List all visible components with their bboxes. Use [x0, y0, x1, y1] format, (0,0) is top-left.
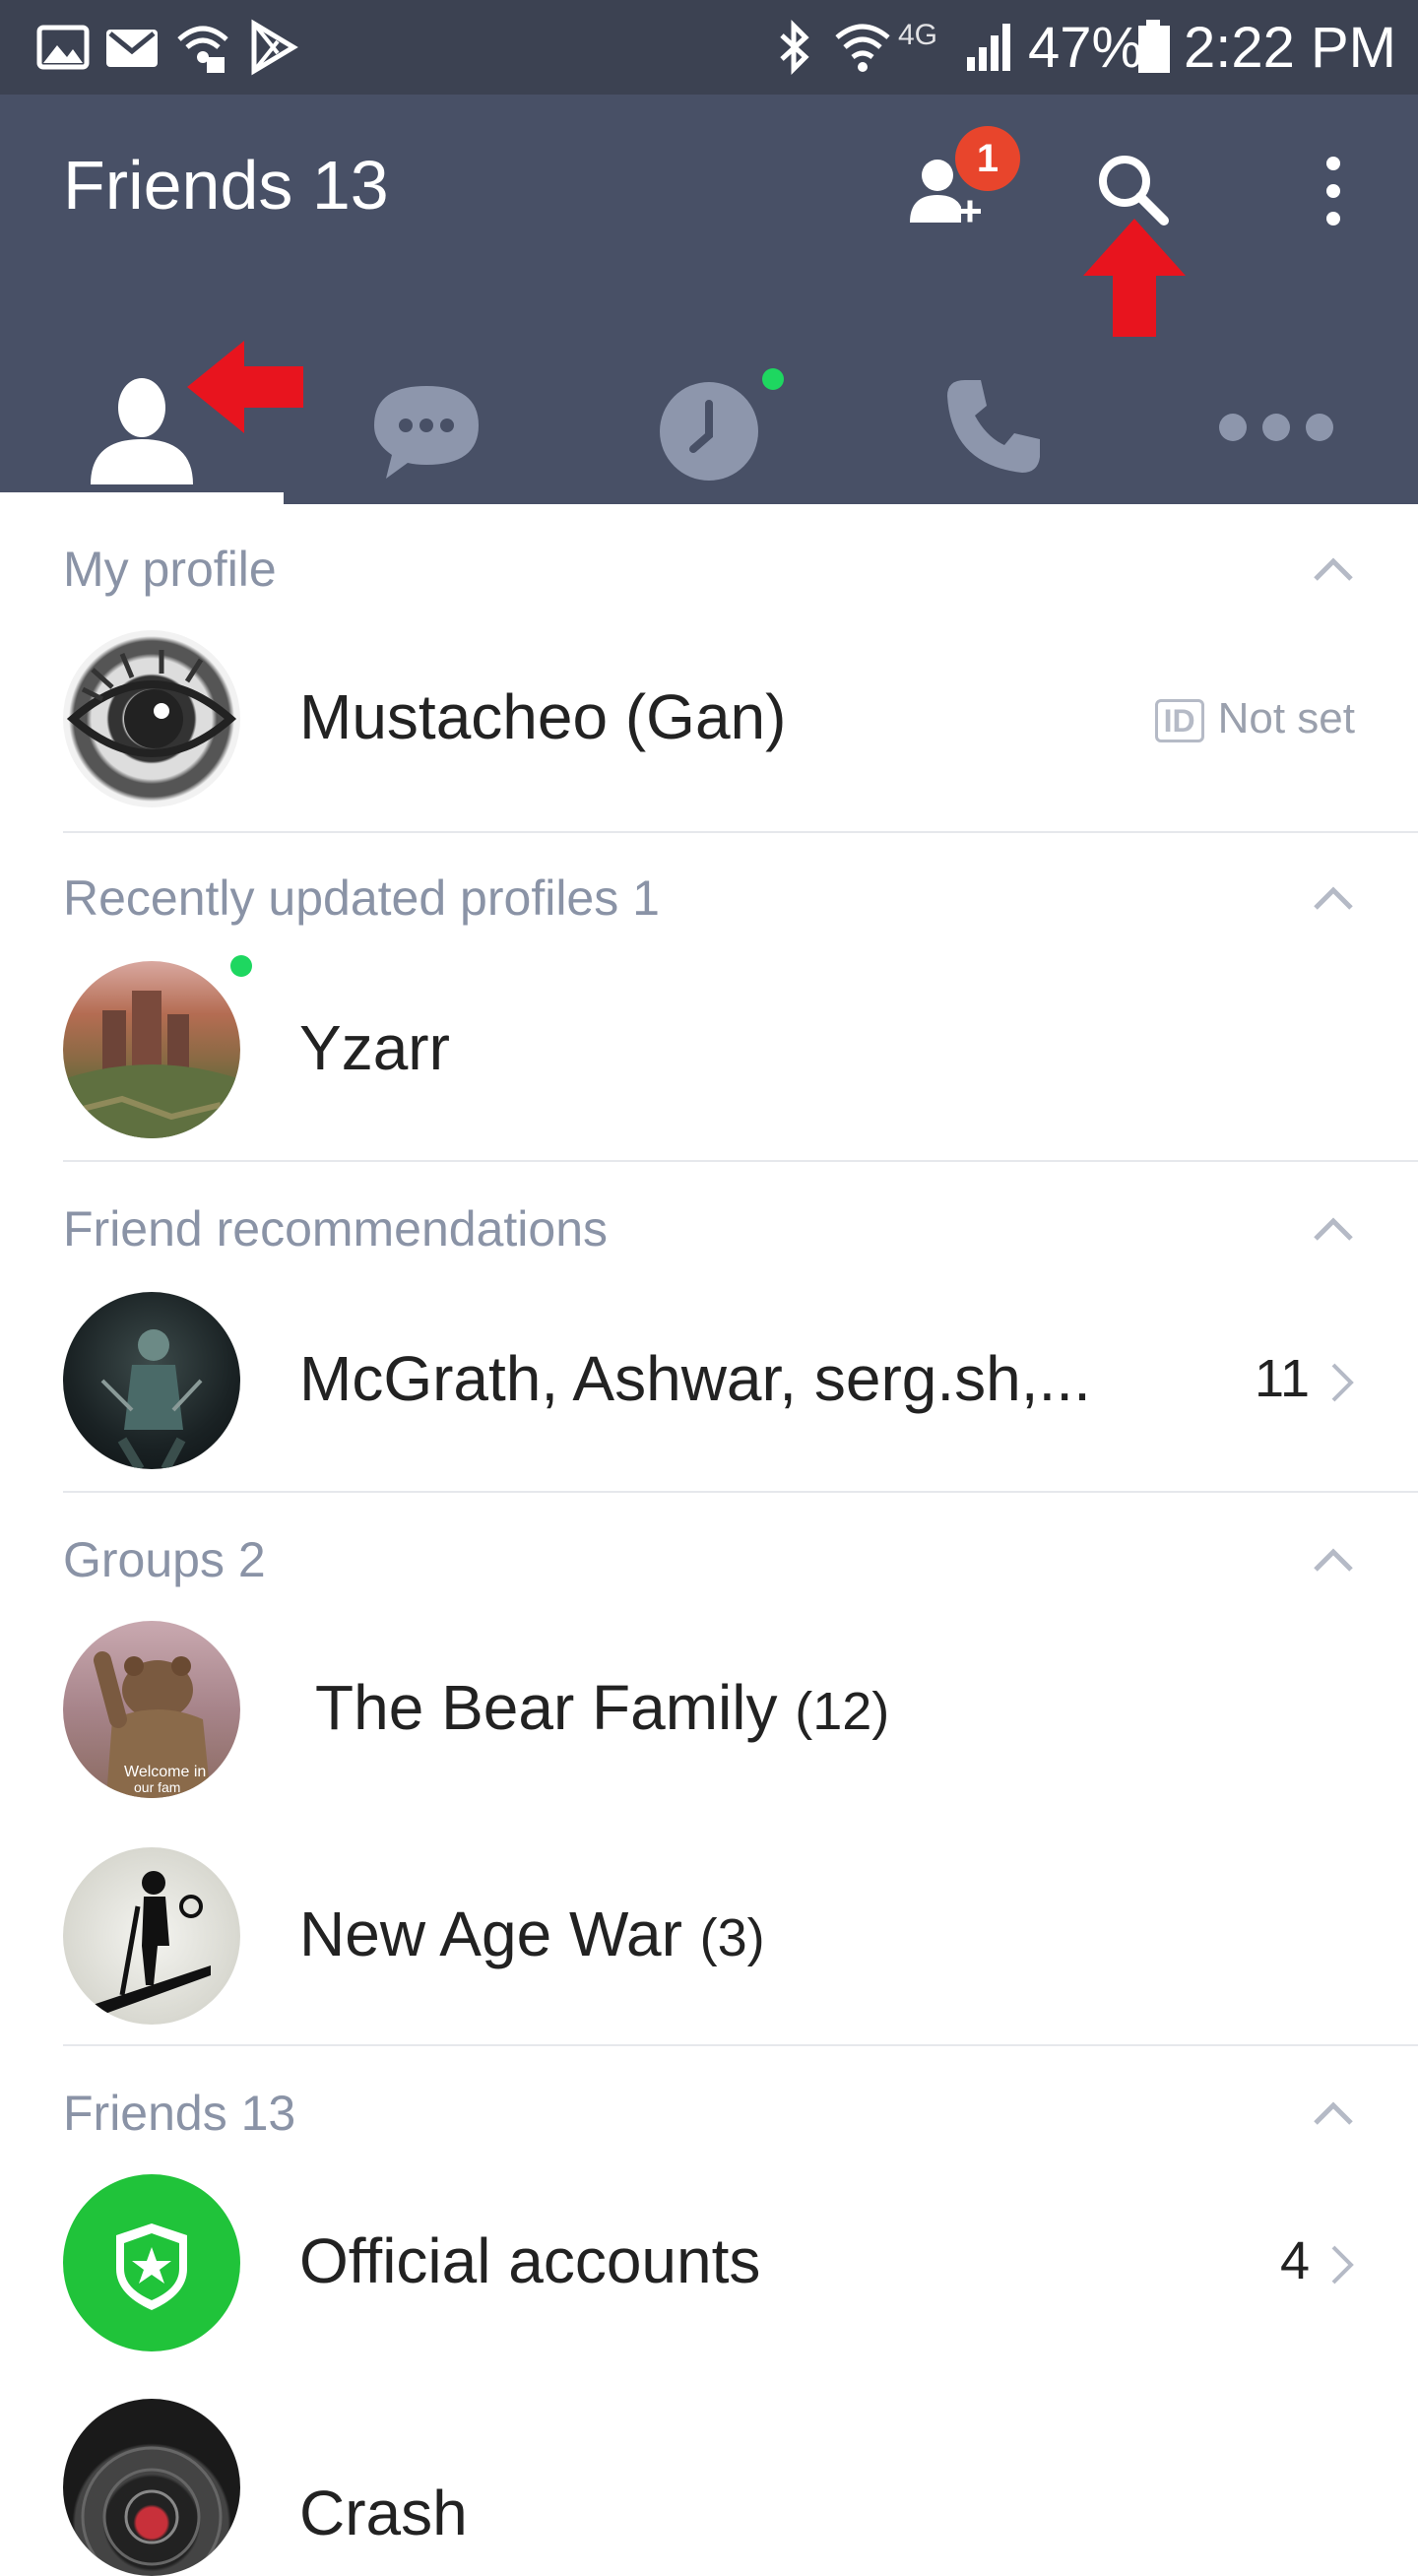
group-title: New Age War — [299, 1899, 682, 1969]
count-value: 11 — [1254, 1349, 1310, 1408]
warrior-silhouette-icon — [93, 1871, 211, 2015]
recent-profile-row[interactable]: Yzarr — [0, 951, 1418, 1148]
bear-artwork-icon: Welcome in our fam — [94, 1651, 211, 1798]
status-bar: 4G 47% 2:22 PM — [0, 0, 1418, 95]
avatar — [63, 630, 240, 807]
section-title: Groups 2 — [63, 1532, 266, 1587]
new-content-dot — [762, 368, 784, 390]
friend-name: Official accounts — [299, 2225, 761, 2296]
gallery-icon — [36, 25, 90, 70]
target-artwork-icon — [81, 2446, 223, 2576]
notification-badge: 1 — [955, 126, 1020, 191]
group-name: New Age War (3) — [299, 1895, 765, 1977]
divider — [63, 1491, 1418, 1493]
section-title: Recently updated profiles 1 — [63, 870, 660, 926]
chevron-up-icon[interactable] — [1312, 2093, 1355, 2133]
recommendations-names: McGrath, Ashwar, serg.sh,... — [299, 1343, 1091, 1414]
divider — [63, 831, 1418, 833]
section-title: Friends 13 — [63, 2086, 296, 2141]
id-status-text: Not set — [1217, 694, 1355, 742]
castle-artwork-icon — [63, 991, 240, 1138]
tab-chats[interactable] — [284, 331, 567, 504]
chevron-right-icon — [1331, 1363, 1354, 1402]
chat-bubble-icon — [374, 386, 479, 479]
section-groups[interactable]: Groups 2 — [63, 1520, 1355, 1599]
friend-row[interactable]: Official accounts 4 — [0, 2164, 1418, 2361]
section-recently-updated[interactable]: Recently updated profiles 1 — [63, 859, 1355, 937]
member-count: (12) — [795, 1682, 890, 1741]
id-status[interactable]: ID Not set — [1154, 689, 1355, 748]
clock-icon — [660, 382, 758, 481]
page-title: Friends 13 — [63, 147, 389, 224]
phone-icon — [947, 380, 1040, 473]
selected-tab-indicator — [0, 492, 284, 504]
avatar-caption: Welcome in — [124, 1764, 206, 1780]
play-store-icon — [251, 19, 298, 76]
tab-timeline[interactable] — [567, 331, 851, 504]
chevron-up-icon[interactable] — [1312, 1540, 1355, 1579]
avatar — [63, 2174, 240, 2351]
profile-name: Yzarr — [299, 1012, 450, 1083]
avatar — [63, 1292, 240, 1469]
profile-name: Mustacheo (Gan) — [299, 681, 787, 752]
avatar — [63, 961, 240, 1138]
recommendations-row[interactable]: McGrath, Ashwar, serg.sh,... 11 — [0, 1282, 1418, 1479]
shield-star-icon — [116, 2223, 187, 2310]
friend-row[interactable]: Crash — [0, 2389, 1418, 2576]
clock-time: 2:22 PM — [1184, 16, 1396, 80]
tab-calls[interactable] — [851, 331, 1134, 504]
app-header: Friends 13 1 — [0, 95, 1418, 504]
section-title: Friend recommendations — [63, 1201, 609, 1256]
person-icon — [91, 378, 193, 484]
annotation-arrow-up-icon — [1083, 219, 1186, 337]
divider — [63, 2044, 1418, 2046]
chevron-up-icon[interactable] — [1312, 1209, 1355, 1249]
more-horiz-icon — [1219, 414, 1333, 441]
avatar — [63, 1847, 240, 2025]
avatar-caption: our fam — [134, 1779, 180, 1795]
friend-name: Crash — [299, 2478, 468, 2548]
my-profile-row[interactable]: Mustacheo (Gan) ID Not set — [0, 620, 1418, 817]
battery-percent: 47% — [1028, 16, 1143, 80]
online-status-dot — [230, 955, 252, 977]
avatar — [63, 2399, 240, 2576]
wifi-icon — [835, 24, 890, 72]
group-name: The Bear Family (12) — [315, 1668, 889, 1751]
tab-more[interactable] — [1134, 331, 1418, 504]
chevron-up-icon[interactable] — [1312, 549, 1355, 589]
member-count: (3) — [699, 1908, 765, 1967]
signal-icon — [967, 24, 1010, 71]
section-friend-recommendations[interactable]: Friend recommendations — [63, 1190, 1355, 1268]
chevron-right-icon — [1331, 2245, 1354, 2285]
mail-icon — [106, 30, 158, 67]
section-title: My profile — [63, 542, 277, 597]
id-badge-icon: ID — [1154, 699, 1204, 743]
chevron-up-icon[interactable] — [1312, 878, 1355, 918]
recommendations-count: 11 — [1255, 1339, 1355, 1418]
bluetooth-icon — [780, 19, 809, 76]
more-vert-icon[interactable] — [1314, 154, 1353, 228]
group-title: The Bear Family — [315, 1672, 778, 1743]
group-row[interactable]: New Age War (3) — [0, 1837, 1418, 2034]
section-friends[interactable]: Friends 13 — [63, 2074, 1355, 2153]
divider — [63, 1160, 1418, 1162]
search-icon[interactable] — [1095, 152, 1170, 226]
warrior-artwork-icon — [100, 1329, 203, 1469]
group-row[interactable]: Welcome in our fam The Bear Family (12) — [0, 1611, 1418, 1808]
count-value: 4 — [1279, 2231, 1310, 2290]
official-count: 4 — [1280, 2222, 1355, 2300]
eye-artwork-icon — [66, 650, 237, 757]
battery-icon — [1138, 20, 1170, 73]
network-type: 4G — [898, 19, 938, 51]
avatar: Welcome in our fam — [63, 1621, 240, 1798]
section-my-profile[interactable]: My profile — [63, 530, 1355, 609]
wifi-call-icon — [177, 26, 228, 73]
